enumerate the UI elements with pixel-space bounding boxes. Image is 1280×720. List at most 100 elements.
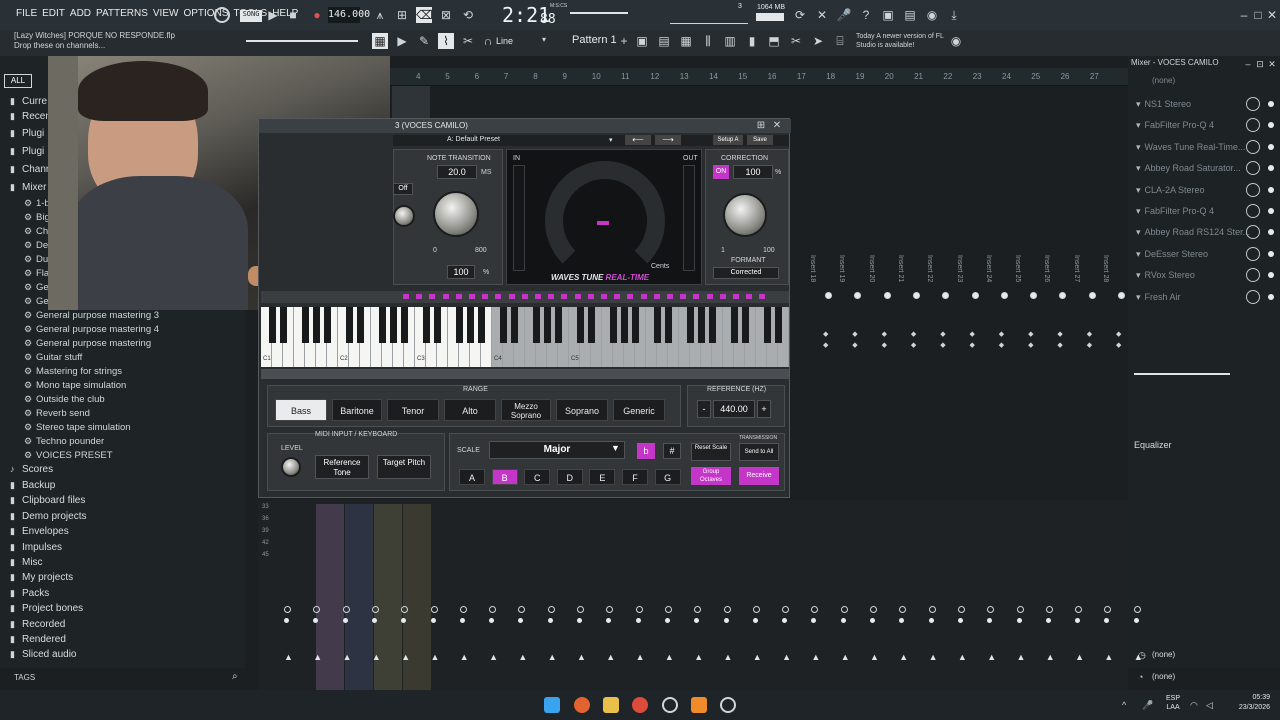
piano-black-key[interactable]	[764, 307, 771, 343]
channel-rack-icon[interactable]: ▦	[678, 33, 694, 49]
strip-pan-knob[interactable]	[723, 606, 731, 613]
strip-arrow-icon[interactable]: ▲	[1017, 652, 1026, 662]
browser-folder-row[interactable]: ▮ Sliced audio	[10, 649, 76, 660]
tools-icon[interactable]: ✕	[814, 7, 830, 23]
piano-black-key[interactable]	[346, 307, 353, 343]
slot-mix-knob[interactable]	[1246, 118, 1260, 133]
range-button[interactable]: Baritone	[332, 399, 382, 421]
note-enable-marker[interactable]	[640, 294, 647, 299]
export-icon[interactable]: ▤	[902, 7, 918, 23]
insert-send-dot[interactable]	[1000, 292, 1008, 299]
plugin-icon[interactable]: ⬒	[766, 33, 782, 49]
strip-pan-knob[interactable]	[430, 606, 438, 613]
browser-folder-row[interactable]: ▮ Envelopes	[10, 526, 69, 537]
strip-pan-knob[interactable]	[577, 606, 584, 613]
piano-roll-icon[interactable]: ▤	[656, 33, 672, 49]
stereo-arrows-icon[interactable]: ◆	[940, 341, 945, 349]
bar-number[interactable]: 5	[445, 72, 449, 81]
piano-black-key[interactable]	[742, 307, 749, 343]
note-enable-marker[interactable]	[416, 294, 423, 299]
song-mode-toggle[interactable]: SONG	[240, 10, 262, 22]
bar-number[interactable]: 19	[856, 72, 865, 81]
piano-black-key[interactable]	[577, 307, 584, 343]
browser-preset-row[interactable]: ⚙ General purpose mastering 4	[24, 324, 159, 335]
strip-route-dot[interactable]	[957, 618, 963, 623]
stereo-arrows-icon[interactable]: ◆	[1028, 341, 1033, 349]
plugin-close-icon[interactable]: ✕	[769, 118, 785, 134]
piano-black-key[interactable]	[269, 307, 276, 343]
strip-arrow-icon[interactable]: ▲	[782, 652, 791, 662]
insert-send-dot[interactable]	[971, 292, 979, 299]
range-button[interactable]: Bass	[275, 399, 327, 421]
browser-item-mixer-presets[interactable]: Mixer	[22, 182, 46, 193]
browser-tab-all[interactable]: ALL	[4, 74, 32, 88]
chat-icon[interactable]: ◉	[924, 7, 940, 23]
strip-route-dot[interactable]	[577, 618, 582, 623]
chevron-down-icon[interactable]: ▾	[542, 35, 546, 44]
scale-note-button[interactable]: F	[622, 469, 648, 485]
slot-mix-knob[interactable]	[1246, 161, 1260, 176]
slot-arrow-icon[interactable]: ▾	[1136, 292, 1141, 302]
correction-value[interactable]: 100	[733, 165, 773, 179]
undo-icon[interactable]: ⟵	[625, 135, 651, 145]
slot-mix-knob[interactable]	[1246, 268, 1260, 283]
formant-corrected-toggle[interactable]: Corrected	[713, 267, 779, 279]
mixer-icon[interactable]: ⫼	[700, 33, 716, 49]
note-enable-marker[interactable]	[403, 294, 409, 299]
strip-arrow-icon[interactable]: ▲	[694, 652, 703, 662]
note-enable-marker[interactable]	[719, 294, 726, 299]
slot-mix-knob[interactable]	[1246, 139, 1260, 154]
loop-record-icon[interactable]: ⟲	[460, 7, 476, 23]
browser-preset-row[interactable]: ⚙ Techno pounder	[24, 436, 104, 447]
strip-arrow-icon[interactable]: ▲	[929, 652, 938, 662]
strip-pan-knob[interactable]	[284, 606, 291, 613]
bar-number[interactable]: 18	[826, 72, 835, 81]
insert-send-dot[interactable]	[1088, 292, 1096, 299]
note-enable-marker[interactable]	[693, 294, 700, 299]
note-enable-marker[interactable]	[733, 294, 739, 299]
strip-arrow-icon[interactable]: ▲	[1075, 652, 1084, 662]
note-enable-marker[interactable]	[482, 294, 489, 299]
piano-black-key[interactable]	[544, 307, 551, 343]
note-transition-value[interactable]: 20.0	[437, 165, 477, 179]
strip-arrow-icon[interactable]: ▲	[958, 652, 967, 662]
app-icon[interactable]	[662, 697, 678, 713]
scale-note-button[interactable]: G	[654, 469, 681, 485]
piano-black-key[interactable]	[687, 307, 694, 343]
browser-preset-row[interactable]: ⚙ General purpose mastering	[24, 338, 151, 349]
step-edit-icon[interactable]: ⊠	[438, 7, 454, 23]
strip-arrow-icon[interactable]: ▲	[753, 652, 762, 662]
piano-black-key[interactable]	[467, 307, 474, 343]
countdown-icon[interactable]: ⌫	[416, 7, 433, 23]
note-enable-marker[interactable]	[455, 294, 462, 299]
insert-send-dot[interactable]	[1118, 292, 1125, 299]
piano-black-key[interactable]	[709, 307, 716, 343]
strip-arrow-icon[interactable]: ▲	[401, 652, 410, 662]
pan-arrows-icon[interactable]: ◆	[940, 330, 945, 338]
strip-route-dot[interactable]	[371, 618, 377, 623]
mixer-slot[interactable]: ▾ NS1 Stereo	[1136, 94, 1276, 114]
bar-number[interactable]: 27	[1090, 72, 1099, 81]
slot-arrow-icon[interactable]: ▾	[1136, 99, 1141, 109]
slot-enable-dot[interactable]	[1268, 143, 1274, 150]
browser-folder-row[interactable]: ▮ Packs	[10, 588, 49, 599]
slot-mix-knob[interactable]	[1246, 289, 1260, 304]
strip-route-dot[interactable]	[1133, 618, 1139, 623]
piano-black-key[interactable]	[302, 307, 309, 343]
insert-send-dot[interactable]	[825, 292, 832, 299]
pan-arrows-icon[interactable]: ◆	[852, 330, 857, 338]
browser-preset-row[interactable]: ⚙ Stereo tape simulation	[24, 422, 131, 433]
piano-black-key[interactable]	[533, 307, 540, 343]
bar-number[interactable]: 26	[1061, 72, 1070, 81]
note-enable-marker[interactable]	[680, 294, 687, 299]
strip-arrow-icon[interactable]: ▲	[1046, 652, 1055, 662]
browser-item-plugin-db[interactable]: Plugi	[22, 128, 44, 139]
mixer-track-selected-3[interactable]	[374, 504, 402, 690]
mixer-slot[interactable]: ▾ FabFilter Pro-Q 4	[1136, 201, 1276, 221]
mixer-slot[interactable]: ▾ Waves Tune Real-Time...	[1136, 137, 1276, 157]
note-transition-knob[interactable]	[433, 191, 479, 237]
start-icon[interactable]	[544, 697, 560, 713]
strip-route-dot[interactable]	[284, 618, 289, 623]
menu-file[interactable]: FILE	[16, 8, 37, 19]
scale-note-button[interactable]: B	[491, 469, 518, 485]
